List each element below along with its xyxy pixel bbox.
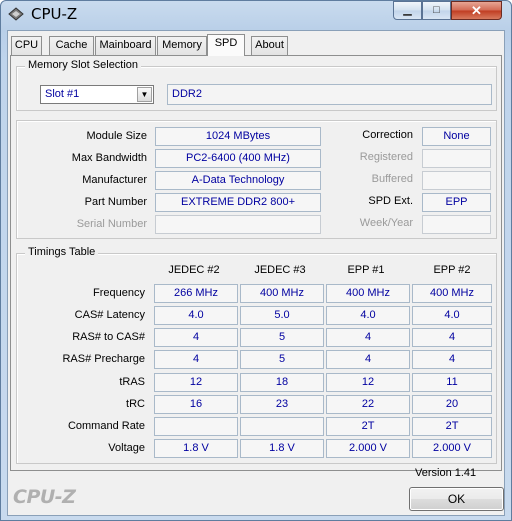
timing-cell: 4 bbox=[412, 328, 492, 347]
timing-cell: 23 bbox=[240, 395, 324, 414]
timing-cell: 18 bbox=[240, 373, 324, 392]
slot-select-value: Slot #1 bbox=[45, 88, 80, 100]
module-info-group: Module Size 1024 MBytes Max Bandwidth PC… bbox=[16, 120, 497, 239]
tab-cpu[interactable]: CPU bbox=[11, 36, 42, 55]
tab-spd[interactable]: SPD bbox=[207, 34, 245, 56]
column-header: JEDEC #2 bbox=[168, 264, 220, 276]
cpuz-window: CPU-Z ▁ □ ✕ CPU Cache Mainboard Memory S… bbox=[0, 0, 512, 521]
timing-cell: 400 MHz bbox=[326, 284, 410, 303]
max-bandwidth-label: Max Bandwidth bbox=[71, 152, 147, 164]
max-bandwidth-field: PC2-6400 (400 MHz) bbox=[155, 149, 321, 168]
timing-cell: 5 bbox=[240, 328, 324, 347]
timing-cell: 5.0 bbox=[240, 306, 324, 325]
manufacturer-label: Manufacturer bbox=[82, 174, 147, 186]
title-bar[interactable]: CPU-Z ▁ □ ✕ bbox=[1, 1, 511, 29]
tab-mainboard[interactable]: Mainboard bbox=[95, 36, 156, 55]
timing-cell: 20 bbox=[412, 395, 492, 414]
registered-label: Registered bbox=[359, 151, 413, 163]
tab-cache[interactable]: Cache bbox=[49, 36, 94, 55]
slot-select[interactable]: Slot #1 ▼ bbox=[40, 85, 154, 104]
timing-cell: 2.000 V bbox=[326, 439, 410, 458]
close-icon: ✕ bbox=[471, 3, 482, 18]
maximize-button[interactable]: □ bbox=[422, 1, 451, 20]
timing-cell: 4.0 bbox=[154, 306, 238, 325]
timing-cell bbox=[154, 417, 238, 436]
version-label: Version 1.41 bbox=[415, 467, 477, 479]
tras-label: tRAS bbox=[119, 376, 145, 388]
registered-field bbox=[422, 149, 491, 168]
spd-panel: Memory Slot Selection Slot #1 ▼ DDR2 Mod… bbox=[10, 55, 502, 471]
maximize-icon: □ bbox=[433, 4, 440, 16]
column-header: EPP #2 bbox=[433, 264, 471, 276]
close-button[interactable]: ✕ bbox=[451, 1, 502, 20]
trc-label: tRC bbox=[126, 398, 145, 410]
timing-cell: 4 bbox=[326, 350, 410, 369]
chevron-down-icon[interactable]: ▼ bbox=[137, 87, 152, 102]
buffered-field bbox=[422, 171, 491, 190]
correction-label: Correction bbox=[362, 129, 413, 141]
minimize-icon: ▁ bbox=[403, 4, 412, 16]
timing-cell: 4 bbox=[154, 328, 238, 347]
tab-memory[interactable]: Memory bbox=[157, 36, 207, 55]
command-rate-label: Command Rate bbox=[67, 420, 145, 432]
client-area: CPU Cache Mainboard Memory SPD About Mem… bbox=[7, 30, 505, 516]
timing-cell: 11 bbox=[412, 373, 492, 392]
timing-cell: 4 bbox=[412, 350, 492, 369]
column-header: JEDEC #3 bbox=[254, 264, 306, 276]
memory-type-field: DDR2 bbox=[167, 84, 492, 105]
week-year-field bbox=[422, 215, 491, 234]
ras-to-cas-label: RAS# to CAS# bbox=[72, 331, 145, 343]
part-number-field: EXTREME DDR2 800+ bbox=[155, 193, 321, 212]
column-header: EPP #1 bbox=[347, 264, 385, 276]
timing-cell: 4 bbox=[326, 328, 410, 347]
manufacturer-field: A-Data Technology bbox=[155, 171, 321, 190]
timing-cell: 4.0 bbox=[412, 306, 492, 325]
timing-cell: 4 bbox=[154, 350, 238, 369]
part-number-label: Part Number bbox=[84, 196, 147, 208]
window-title: CPU-Z bbox=[31, 5, 78, 23]
cas-latency-label: CAS# Latency bbox=[74, 309, 145, 321]
timing-cell: 16 bbox=[154, 395, 238, 414]
timing-cell: 22 bbox=[326, 395, 410, 414]
memory-slot-selection-title: Memory Slot Selection bbox=[25, 59, 142, 71]
timing-cell: 1.8 V bbox=[240, 439, 324, 458]
spd-ext-field: EPP bbox=[422, 193, 491, 212]
ras-precharge-label: RAS# Precharge bbox=[62, 353, 145, 365]
timings-table-group: Timings Table JEDEC #2 JEDEC #3 EPP #1 E… bbox=[16, 246, 497, 464]
timing-cell: 2T bbox=[326, 417, 410, 436]
cpuz-app-icon bbox=[8, 7, 24, 21]
timing-cell: 5 bbox=[240, 350, 324, 369]
week-year-label: Week/Year bbox=[359, 217, 413, 229]
correction-field: None bbox=[422, 127, 491, 146]
timing-cell: 266 MHz bbox=[154, 284, 238, 303]
timing-cell: 400 MHz bbox=[240, 284, 324, 303]
spd-ext-label: SPD Ext. bbox=[368, 195, 413, 207]
timing-cell: 400 MHz bbox=[412, 284, 492, 303]
ok-button[interactable]: OK bbox=[409, 487, 504, 511]
voltage-label: Voltage bbox=[108, 442, 145, 454]
module-size-label: Module Size bbox=[86, 130, 147, 142]
buffered-label: Buffered bbox=[371, 173, 413, 185]
minimize-button[interactable]: ▁ bbox=[393, 1, 422, 20]
timing-cell: 2.000 V bbox=[412, 439, 492, 458]
serial-number-field bbox=[155, 215, 321, 234]
timing-cell bbox=[240, 417, 324, 436]
timing-cell: 12 bbox=[326, 373, 410, 392]
timing-cell: 12 bbox=[154, 373, 238, 392]
memory-slot-selection-group: Memory Slot Selection Slot #1 ▼ DDR2 bbox=[16, 59, 497, 111]
timings-table-title: Timings Table bbox=[25, 246, 99, 258]
tab-about[interactable]: About bbox=[251, 36, 288, 55]
timing-cell: 1.8 V bbox=[154, 439, 238, 458]
serial-number-label: Serial Number bbox=[76, 218, 147, 230]
module-size-field: 1024 MBytes bbox=[155, 127, 321, 146]
timing-cell: 4.0 bbox=[326, 306, 410, 325]
timing-cell: 2T bbox=[412, 417, 492, 436]
frequency-label: Frequency bbox=[93, 287, 145, 299]
cpuz-logo: CPU-Z bbox=[13, 486, 76, 508]
